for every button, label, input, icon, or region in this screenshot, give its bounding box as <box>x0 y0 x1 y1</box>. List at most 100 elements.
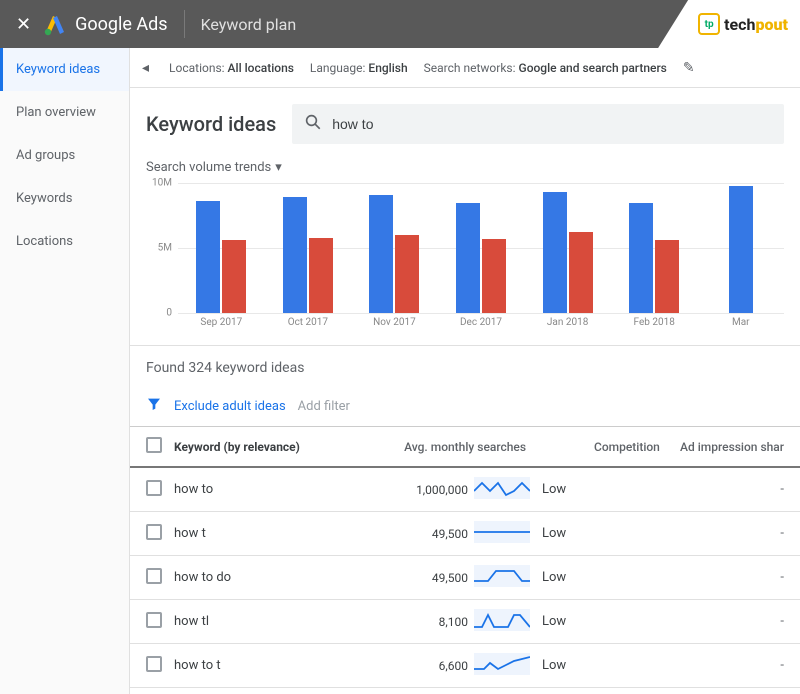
bar <box>196 201 220 313</box>
bar-group <box>438 183 525 313</box>
row-checkbox[interactable] <box>146 524 162 540</box>
main-content: ◂ Locations: All locations Language: Eng… <box>130 48 800 694</box>
cell-avg: 49,500 <box>384 571 474 585</box>
row-checkbox[interactable] <box>146 612 162 628</box>
cell-impression: - <box>614 570 784 585</box>
sparkline <box>474 565 534 591</box>
bar <box>369 195 393 313</box>
bar <box>569 232 593 313</box>
search-icon <box>304 113 322 135</box>
sidebar-item-keyword-ideas[interactable]: Keyword ideas <box>0 48 129 91</box>
exclude-adult-toggle[interactable]: Exclude adult ideas <box>174 399 286 414</box>
col-keyword[interactable]: Keyword (by relevance) <box>174 440 384 454</box>
sidebar-item-ad-groups[interactable]: Ad groups <box>0 134 129 177</box>
sparkline <box>474 521 534 547</box>
bar-group <box>178 183 265 313</box>
google-ads-logo-icon <box>43 12 67 36</box>
sidebar: Keyword ideasPlan overviewAd groupsKeywo… <box>0 48 130 694</box>
watermark-badge: tp <box>698 13 720 35</box>
filter-icon[interactable] <box>146 396 162 416</box>
cell-competition: Low <box>534 526 614 541</box>
table-row[interactable]: how to1,000,000 Low- <box>130 468 800 512</box>
col-competition[interactable]: Competition <box>594 440 674 454</box>
x-tick: Nov 2017 <box>351 317 438 328</box>
close-icon[interactable]: ✕ <box>16 14 31 35</box>
cell-competition: Low <box>534 614 614 629</box>
cell-impression: - <box>614 658 784 673</box>
chart-type-dropdown[interactable]: Search volume trends ▾ <box>146 160 282 175</box>
breadcrumb: Keyword plan <box>201 15 297 34</box>
top-bar: ✕ Google Ads Keyword plan tp techpout <box>0 0 800 48</box>
x-tick: Mar <box>697 317 784 328</box>
table-row[interactable]: how to do49,500 Low- <box>130 556 800 600</box>
sparkline <box>474 653 534 679</box>
bar <box>729 186 753 313</box>
search-box[interactable] <box>292 104 784 144</box>
bar <box>456 203 480 314</box>
x-tick: Feb 2018 <box>611 317 698 328</box>
bar <box>309 238 333 313</box>
cell-keyword: how to do <box>174 570 384 585</box>
networks-filter[interactable]: Search networks: Google and search partn… <box>424 61 667 75</box>
bar <box>629 203 653 314</box>
cell-impression: - <box>614 526 784 541</box>
cell-keyword: how t <box>174 526 384 541</box>
sparkline <box>474 609 534 635</box>
select-all-checkbox[interactable] <box>146 437 162 453</box>
search-volume-chart: 05M10M Sep 2017Oct 2017Nov 2017Dec 2017J… <box>146 183 784 333</box>
chart-section: Search volume trends ▾ 0 5M 10M Sep 2017Oc… <box>130 160 800 346</box>
bar <box>222 240 246 313</box>
cell-avg: 8,100 <box>384 615 474 629</box>
bar <box>543 192 567 313</box>
sidebar-item-plan-overview[interactable]: Plan overview <box>0 91 129 134</box>
language-filter[interactable]: Language: English <box>310 61 408 75</box>
cell-avg: 1,000,000 <box>384 483 474 497</box>
watermark-text: techpout <box>724 15 788 34</box>
bar <box>395 235 419 313</box>
cell-impression: - <box>614 482 784 497</box>
filter-bar: ◂ Locations: All locations Language: Eng… <box>130 48 800 88</box>
chevron-left-icon[interactable]: ◂ <box>138 60 153 76</box>
cell-competition: Low <box>534 570 614 585</box>
sidebar-item-keywords[interactable]: Keywords <box>0 177 129 220</box>
row-checkbox[interactable] <box>146 480 162 496</box>
cell-keyword: how to <box>174 482 384 497</box>
y-tick: 10M <box>152 178 172 189</box>
row-checkbox[interactable] <box>146 568 162 584</box>
bar-group <box>265 183 352 313</box>
x-tick: Sep 2017 <box>178 317 265 328</box>
table-row[interactable]: how to t6,600Low- <box>130 644 800 688</box>
cell-competition: Low <box>534 482 614 497</box>
col-avg-searches[interactable]: Avg. monthly searches <box>384 440 534 454</box>
row-checkbox[interactable] <box>146 656 162 672</box>
add-filter-button[interactable]: Add filter <box>298 399 350 414</box>
x-tick: Oct 2017 <box>265 317 352 328</box>
bar-group <box>524 183 611 313</box>
cell-keyword: how tl <box>174 614 384 629</box>
bar-group <box>611 183 698 313</box>
locations-filter[interactable]: Locations: All locations <box>169 61 294 75</box>
brand-label: Google Ads <box>75 14 167 35</box>
bar-group <box>697 183 784 313</box>
results-count: Found 324 keyword ideas <box>130 346 800 390</box>
sidebar-item-locations[interactable]: Locations <box>0 220 129 263</box>
search-input[interactable] <box>332 116 772 132</box>
y-tick: 5M <box>158 243 172 254</box>
title-bar: Keyword ideas <box>130 88 800 160</box>
cell-competition: Low <box>534 658 614 673</box>
table-row[interactable]: how t49,500 Low- <box>130 512 800 556</box>
page-title: Keyword ideas <box>146 112 276 136</box>
sparkline <box>474 477 534 503</box>
chevron-down-icon: ▾ <box>275 160 282 175</box>
y-tick: 0 <box>166 308 172 319</box>
bar <box>283 197 307 313</box>
bar <box>482 239 506 313</box>
cell-avg: 49,500 <box>384 527 474 541</box>
bar <box>655 240 679 313</box>
col-impression-share[interactable]: Ad impression shar <box>674 440 784 454</box>
cell-impression: - <box>614 614 784 629</box>
edit-icon[interactable]: ✎ <box>683 60 695 76</box>
table-row[interactable]: how tl8,100 Low- <box>130 600 800 644</box>
watermark: tp techpout <box>658 0 800 48</box>
table-row[interactable]: how tos4,400Low- <box>130 688 800 694</box>
